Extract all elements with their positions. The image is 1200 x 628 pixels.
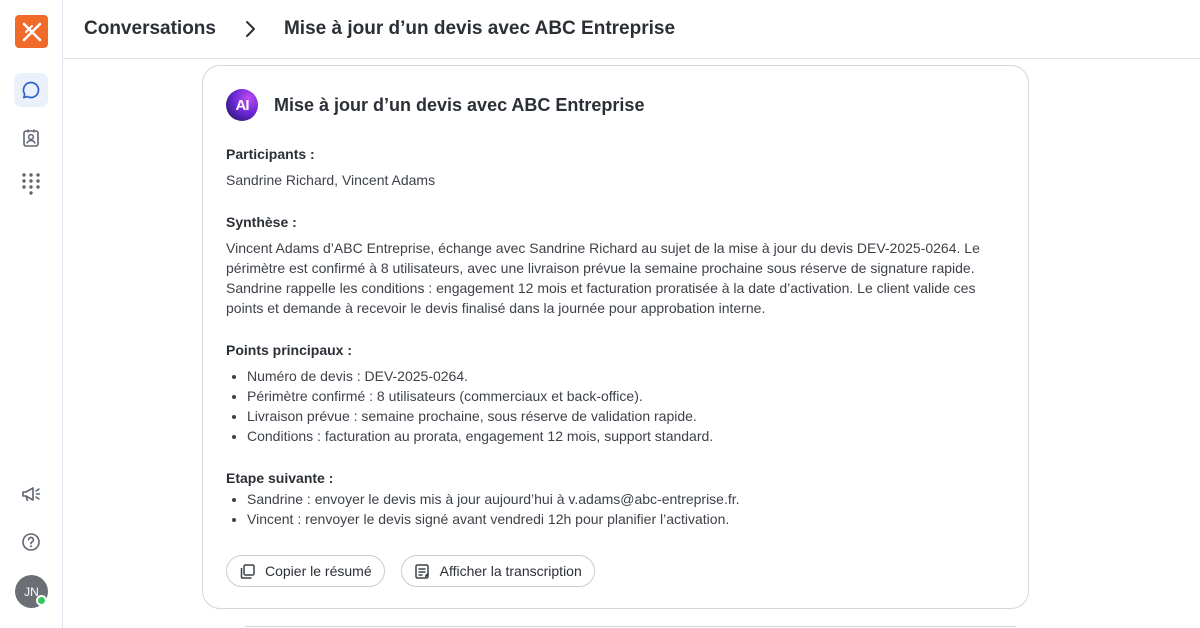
dialpad-icon: [22, 173, 40, 195]
divider: [245, 626, 1016, 627]
list-item: Vincent : renvoyer le devis signé avant …: [247, 509, 1011, 529]
show-transcript-button[interactable]: Afficher la transcription: [400, 555, 595, 587]
summary-label: Synthèse :: [226, 214, 297, 230]
list-item: Sandrine : envoyer le devis mis à jour a…: [247, 489, 1011, 509]
participants-label: Participants :: [226, 146, 315, 162]
contact-card-icon: [23, 129, 39, 147]
list-item: Périmètre confirmé : 8 utilisateurs (com…: [247, 386, 1011, 406]
card-header: AI Mise à jour d’un devis avec ABC Entre…: [226, 89, 644, 121]
list-item: Conditions : facturation au prorata, eng…: [247, 426, 1011, 446]
next-steps-list: Sandrine : envoyer le devis mis à jour a…: [226, 489, 1011, 529]
list-item: Numéro de devis : DEV-2025-0264.: [247, 366, 1011, 386]
chevron-right-icon: [244, 20, 256, 38]
sidebar: JN: [0, 0, 63, 628]
ai-badge-icon: AI: [226, 89, 258, 121]
card-title: Mise à jour d’un devis avec ABC Entrepri…: [274, 94, 645, 115]
transcript-icon: [414, 563, 429, 579]
x-logo-icon[interactable]: [15, 15, 48, 48]
copy-icon: [240, 563, 255, 579]
list-item: Livraison prévue : semaine prochaine, so…: [247, 406, 1011, 426]
breadcrumb-root-link[interactable]: Conversations: [84, 18, 216, 40]
summary-content: Participants : Sandrine Richard, Vincent…: [226, 144, 1011, 529]
chat-bubble-icon: [22, 81, 40, 99]
summary-card: AI Mise à jour d’un devis avec ABC Entre…: [202, 65, 1029, 609]
megaphone-icon: [22, 487, 41, 502]
next-steps-label: Etape suivante :: [226, 470, 334, 486]
sidebar-item-dialpad[interactable]: [14, 167, 48, 201]
breadcrumb: Conversations Mise à jour d’un devis ave…: [63, 0, 1200, 59]
copy-summary-button[interactable]: Copier le résumé: [226, 555, 385, 587]
help-icon: [22, 533, 40, 551]
show-transcript-label: Afficher la transcription: [439, 563, 582, 579]
summary-text: Vincent Adams d’ABC Entreprise, échange …: [226, 240, 980, 316]
key-points-list: Numéro de devis : DEV-2025-0264. Périmèt…: [226, 366, 1011, 446]
key-points-label: Points principaux :: [226, 342, 353, 358]
copy-summary-label: Copier le résumé: [265, 563, 372, 579]
sidebar-item-help[interactable]: [14, 525, 48, 559]
card-actions: Copier le résumé Afficher la transcripti…: [226, 555, 595, 587]
participants-value: Sandrine Richard, Vincent Adams: [226, 172, 436, 188]
sidebar-item-announcements[interactable]: [14, 477, 48, 511]
sidebar-item-conversations[interactable]: [14, 73, 48, 107]
sidebar-item-contacts[interactable]: [14, 121, 48, 155]
presence-status-dot: [36, 595, 47, 606]
page-title: Mise à jour d’un devis avec ABC Entrepri…: [283, 18, 676, 39]
